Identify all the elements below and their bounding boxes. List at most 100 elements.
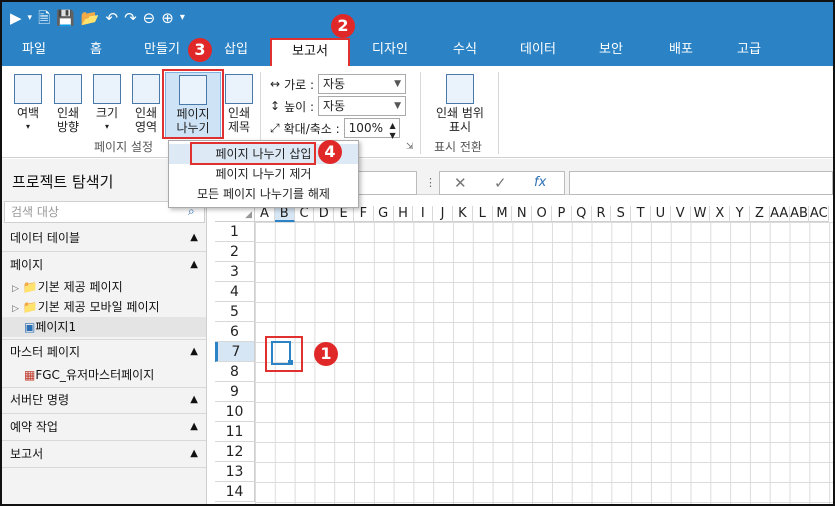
row-header[interactable]: 3: [215, 262, 255, 282]
new-file-icon[interactable]: 🗎: [38, 10, 50, 26]
column-header[interactable]: K: [453, 206, 473, 222]
row-header[interactable]: 5: [215, 302, 255, 322]
tab-report[interactable]: 보고서: [270, 38, 350, 66]
tab-security[interactable]: 보안: [596, 34, 626, 66]
corner-select-all[interactable]: ◢: [215, 206, 255, 222]
row-header[interactable]: 14: [215, 482, 255, 502]
list-item-label: 기본 제공 모바일 페이지: [37, 300, 160, 314]
column-header[interactable]: J: [433, 206, 453, 222]
column-header[interactable]: Q: [571, 206, 592, 222]
spreadsheet-grid[interactable]: ◢ A B C D E F G H I J K L M N O P Q R S T U V W X Y Z AA AB AC 12345…: [215, 206, 833, 504]
folder-icon: 📁: [22, 300, 38, 314]
undo-icon[interactable]: ↶: [106, 10, 119, 26]
section-scheduled-tasks[interactable]: 예약 작업 ▲: [2, 417, 206, 437]
height-combo[interactable]: 자동 ▼: [318, 96, 407, 116]
column-header[interactable]: T: [631, 206, 651, 222]
column-header[interactable]: AC: [809, 206, 830, 222]
redo-icon[interactable]: ↷: [124, 10, 137, 26]
list-item[interactable]: ▦FGC_유저마스터페이지: [2, 365, 206, 385]
section-pages[interactable]: 페이지 ▲: [2, 255, 206, 275]
section-reports[interactable]: 보고서 ▲: [2, 444, 206, 464]
open-folder-icon[interactable]: 📂: [81, 10, 100, 26]
orientation-button[interactable]: 인쇄 방향: [48, 74, 88, 134]
page-setup-group-label: 페이지 설정: [94, 140, 154, 154]
name-box[interactable]: [357, 171, 417, 195]
column-header[interactable]: C: [294, 206, 315, 222]
print-title-button[interactable]: 인쇄 제목: [224, 74, 254, 134]
column-header[interactable]: Y: [730, 206, 750, 222]
column-header[interactable]: D: [314, 206, 335, 222]
dialog-launcher-icon[interactable]: ⇲: [406, 142, 414, 152]
column-header[interactable]: W: [690, 206, 711, 222]
tab-data[interactable]: 데이터: [516, 34, 560, 66]
dropdown-caret-icon[interactable]: ▾: [28, 10, 33, 26]
tab-insert[interactable]: 삽입: [216, 34, 256, 66]
more-options-icon[interactable]: ⋮: [425, 176, 436, 189]
section-data-tables[interactable]: 데이터 테이블 ▲: [2, 228, 206, 248]
customize-qat-icon[interactable]: ▾: [180, 10, 185, 26]
list-item[interactable]: ▷ 📁기본 제공 모바일 페이지: [2, 297, 206, 317]
zoom-spinner[interactable]: 100% ▲ ▼: [343, 118, 400, 140]
function-icon[interactable]: fx: [534, 175, 546, 190]
formula-input[interactable]: [569, 171, 833, 195]
chevron-up-icon: ▲: [190, 421, 198, 432]
column-header[interactable]: N: [512, 206, 533, 222]
tab-file[interactable]: 파일: [14, 34, 54, 66]
row-header[interactable]: 13: [215, 462, 255, 482]
row-header[interactable]: 8: [215, 362, 255, 382]
column-header[interactable]: X: [710, 206, 731, 222]
row-header[interactable]: 9: [215, 382, 255, 402]
back-icon[interactable]: ⊖: [143, 10, 156, 26]
column-header[interactable]: F: [354, 206, 374, 222]
column-header[interactable]: H: [393, 206, 414, 222]
column-header[interactable]: E: [334, 206, 354, 222]
column-header[interactable]: A: [255, 206, 275, 222]
column-header[interactable]: I: [413, 206, 434, 222]
column-header[interactable]: S: [611, 206, 632, 222]
column-header[interactable]: B: [274, 206, 295, 222]
column-header[interactable]: AA: [769, 206, 790, 222]
tab-formula[interactable]: 수식: [450, 34, 480, 66]
row-header[interactable]: 1: [215, 222, 255, 242]
width-combo[interactable]: 자동 ▼: [318, 74, 407, 94]
row-header[interactable]: 4: [215, 282, 255, 302]
width-label: 가로 :: [284, 77, 315, 92]
print-area-button[interactable]: 인쇄 영역: [128, 74, 164, 134]
menu-item-remove-page-break[interactable]: 페이지 나누기 제거: [169, 164, 358, 184]
row-header[interactable]: 12: [215, 442, 255, 462]
run-icon[interactable]: ▶: [10, 10, 22, 26]
row-header[interactable]: 10: [215, 402, 255, 422]
row-header[interactable]: 7: [215, 342, 255, 362]
column-header[interactable]: P: [552, 206, 572, 222]
section-server-commands[interactable]: 서버단 명령 ▲: [2, 390, 206, 410]
list-item[interactable]: ▷ 📁기본 제공 페이지: [2, 277, 206, 297]
tab-home[interactable]: 홈: [78, 34, 114, 66]
menu-item-reset-all-page-breaks[interactable]: 모든 페이지 나누기를 해제: [169, 184, 358, 204]
step-badge-1: 1: [314, 342, 338, 366]
row-header[interactable]: 6: [215, 322, 255, 342]
tab-design[interactable]: 디자인: [368, 34, 412, 66]
column-header[interactable]: G: [373, 206, 394, 222]
tab-create[interactable]: 만들기: [142, 34, 182, 66]
forward-icon[interactable]: ⊕: [161, 10, 174, 26]
save-icon[interactable]: 💾: [56, 10, 75, 26]
column-header[interactable]: R: [591, 206, 612, 222]
column-header[interactable]: AB: [789, 206, 810, 222]
column-header[interactable]: O: [532, 206, 552, 222]
tab-advanced[interactable]: 고급: [734, 34, 764, 66]
margin-button[interactable]: 여백 ▾: [10, 74, 46, 134]
column-header[interactable]: M: [492, 206, 513, 222]
section-master-pages[interactable]: 마스터 페이지 ▲: [2, 342, 206, 362]
column-header[interactable]: V: [670, 206, 691, 222]
column-header[interactable]: U: [651, 206, 671, 222]
confirm-icon[interactable]: ✓: [494, 174, 507, 192]
row-header[interactable]: 2: [215, 242, 255, 262]
print-range-button[interactable]: 인쇄 범위 표시: [430, 74, 490, 134]
column-header[interactable]: Z: [750, 206, 770, 222]
tab-deploy[interactable]: 배포: [666, 34, 696, 66]
row-header[interactable]: 11: [215, 422, 255, 442]
size-button[interactable]: 크기 ▾: [90, 74, 124, 134]
cancel-icon[interactable]: ✕: [454, 174, 467, 192]
list-item-selected[interactable]: ▣페이지1: [2, 317, 206, 337]
column-header[interactable]: L: [472, 206, 493, 222]
